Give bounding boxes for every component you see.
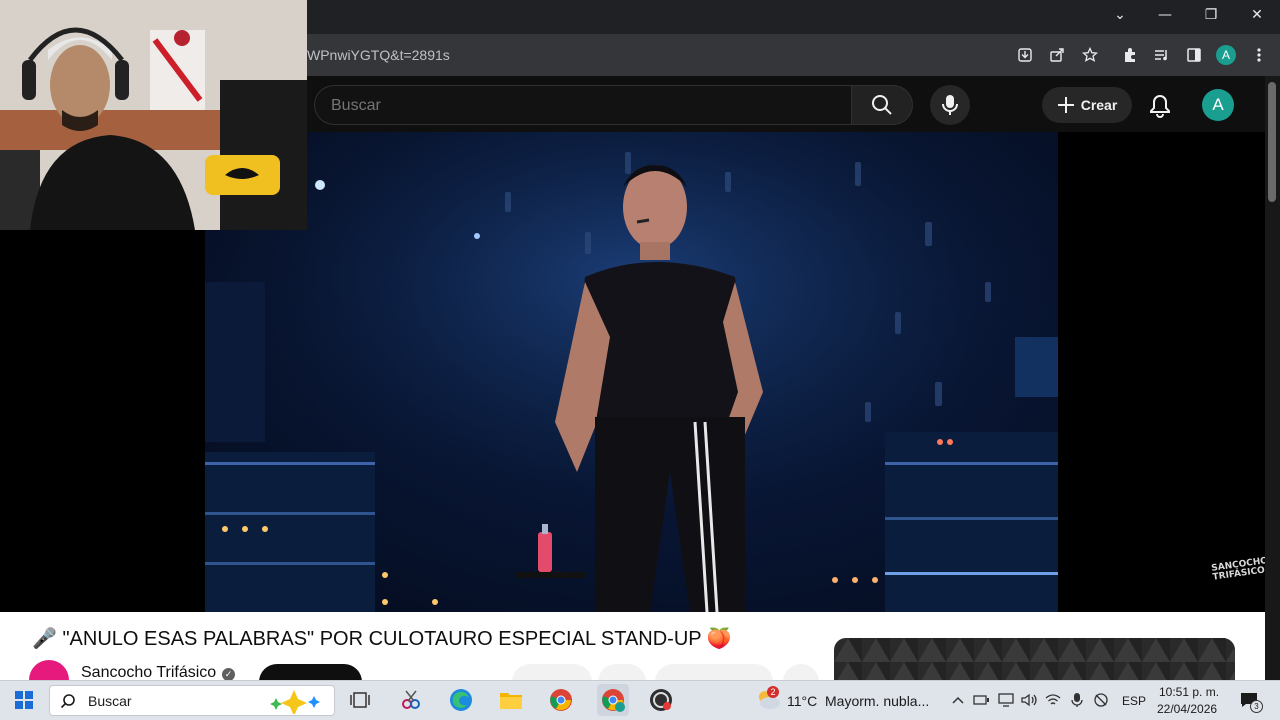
obs-studio-icon[interactable] <box>647 686 675 714</box>
notification-count: 3 <box>1250 700 1263 713</box>
tab-search-chevron-icon[interactable]: ⌄ <box>1097 0 1143 30</box>
close-button[interactable]: ✕ <box>1234 0 1280 30</box>
restore-button[interactable]: ❐ <box>1188 0 1234 30</box>
weather-temperature[interactable]: 11°C <box>787 693 817 709</box>
browser-menu-icon[interactable] <box>1248 44 1270 66</box>
search-input[interactable] <box>331 97 831 115</box>
minimize-button[interactable]: — <box>1142 0 1188 30</box>
url-text[interactable]: WPnwiYGTQ&t=2891s <box>307 47 450 63</box>
weather-icon[interactable]: 2 <box>756 686 780 710</box>
youtube-account-avatar[interactable]: A <box>1202 89 1234 121</box>
edge-browser-icon[interactable] <box>447 686 475 714</box>
weather-description[interactable]: Mayorm. nubla... <box>825 693 929 709</box>
scrollbar-thumb[interactable] <box>1268 82 1276 202</box>
microphone-icon <box>942 95 958 115</box>
file-explorer-icon[interactable] <box>497 686 525 714</box>
create-label: Crear <box>1080 97 1118 113</box>
network-off-icon[interactable] <box>1090 686 1112 714</box>
wifi-icon[interactable] <box>1042 686 1064 714</box>
taskbar-search-label: Buscar <box>88 693 132 709</box>
chrome-profile-active-icon[interactable] <box>597 684 629 716</box>
microphone-tray-icon[interactable] <box>1066 686 1088 714</box>
clock-date[interactable]: 22/04/2026 <box>1157 702 1217 716</box>
media-controls-icon[interactable] <box>1150 44 1172 66</box>
display-icon[interactable] <box>995 686 1017 714</box>
webcam-streamer-image <box>0 0 307 230</box>
install-app-icon[interactable] <box>1014 44 1036 66</box>
windows-start-icon[interactable] <box>10 686 38 714</box>
volume-icon[interactable] <box>1018 686 1040 714</box>
search-button[interactable] <box>851 85 913 125</box>
bookmark-star-icon[interactable] <box>1079 44 1101 66</box>
create-button[interactable]: Crear <box>1042 87 1132 123</box>
share-icon[interactable] <box>1046 44 1068 66</box>
taskbar-search-icon <box>60 694 75 709</box>
video-player[interactable] <box>205 132 1058 612</box>
plus-icon <box>1057 97 1074 113</box>
chrome-icon[interactable] <box>547 686 575 714</box>
notification-center-icon[interactable]: 3 <box>1236 686 1263 714</box>
webcam-overlay <box>0 0 307 230</box>
browser-profile-avatar[interactable]: A <box>1216 45 1236 65</box>
video-frame-comedian-on-stage <box>205 132 1058 612</box>
battery-saver-icon[interactable] <box>970 686 992 714</box>
taskbar-search-box[interactable]: Buscar <box>49 685 335 716</box>
side-panel-icon[interactable] <box>1183 44 1205 66</box>
weather-badge: 2 <box>767 686 779 698</box>
search-icon <box>872 95 892 115</box>
clock-time[interactable]: 10:51 p. m. <box>1159 685 1219 699</box>
voice-search-button[interactable] <box>930 85 970 125</box>
search-box[interactable] <box>314 85 851 125</box>
extensions-icon[interactable] <box>1119 44 1141 66</box>
sparkle-icon <box>270 690 320 714</box>
language-indicator[interactable]: ESP <box>1122 694 1146 708</box>
show-hidden-icons-chevron-icon[interactable] <box>944 686 972 714</box>
task-view-icon[interactable] <box>346 686 374 714</box>
video-title: 🎤 "ANULO ESAS PALABRAS" POR CULOTAURO ES… <box>32 628 732 650</box>
snipping-tool-icon[interactable] <box>397 686 425 714</box>
notifications-bell-icon[interactable] <box>1146 92 1174 120</box>
